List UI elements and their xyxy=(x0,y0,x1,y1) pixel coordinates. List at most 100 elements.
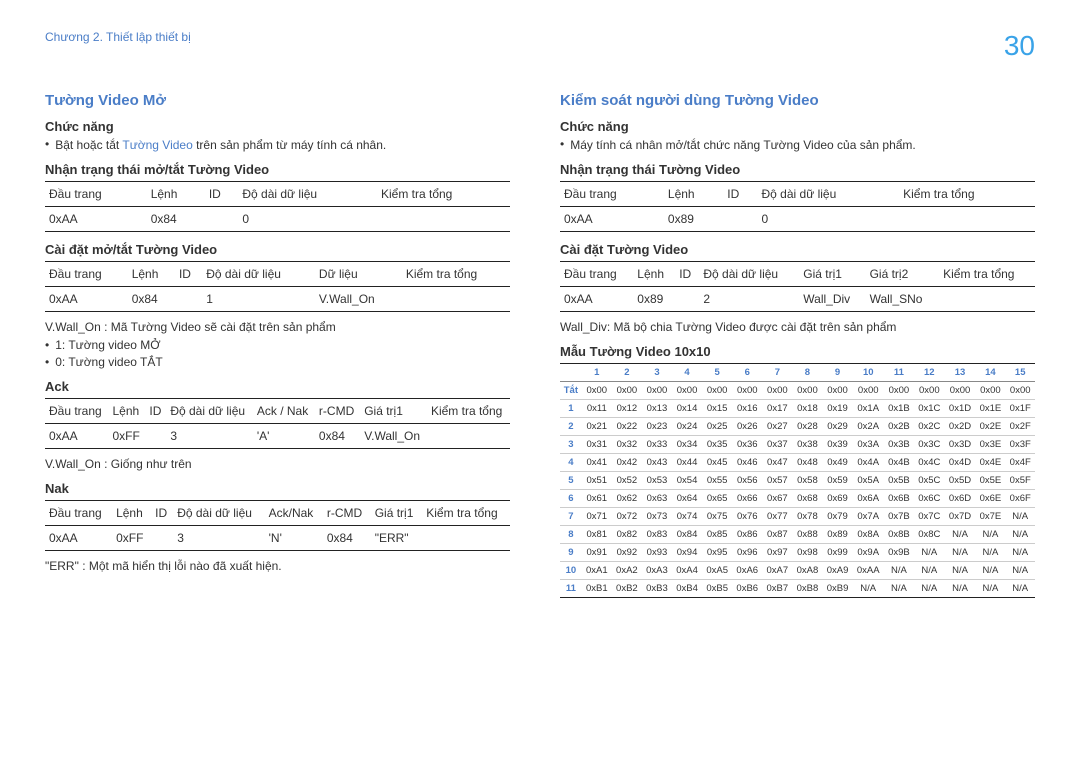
matrix-cell: 0x59 xyxy=(822,472,852,490)
matrix-col-header: 14 xyxy=(975,364,1005,382)
matrix-cell: 0x46 xyxy=(732,454,762,472)
matrix-cell: 0x7D xyxy=(945,508,976,526)
matrix-col-header xyxy=(560,364,582,382)
matrix-cell: 0x88 xyxy=(792,526,822,544)
matrix-row: 70x710x720x730x740x750x760x770x780x790x7… xyxy=(560,508,1035,526)
matrix-col-header: 13 xyxy=(945,364,976,382)
matrix-cell: 0x28 xyxy=(792,418,822,436)
matrix-cell: N/A xyxy=(914,544,945,562)
matrix-cell: 0xA3 xyxy=(642,562,672,580)
matrix-row: Tắt0x000x000x000x000x000x000x000x000x000… xyxy=(560,382,1035,400)
matrix-cell: 0x1B xyxy=(884,400,914,418)
matrix-cell: 0x99 xyxy=(822,544,852,562)
matrix-cell: 0x8C xyxy=(914,526,945,544)
matrix-col-header: 12 xyxy=(914,364,945,382)
matrix-cell: 0x1F xyxy=(1005,400,1035,418)
matrix-cell: 0x24 xyxy=(672,418,702,436)
matrix-cell: N/A xyxy=(975,526,1005,544)
matrix-cell: 0x5E xyxy=(975,472,1005,490)
matrix-col-header: 8 xyxy=(792,364,822,382)
matrix-cell: N/A xyxy=(1005,526,1035,544)
matrix-cell: 0x31 xyxy=(582,436,612,454)
matrix-cell: 0xB3 xyxy=(642,580,672,598)
matrix-cell: 9 xyxy=(560,544,582,562)
matrix-cell: 0x00 xyxy=(1005,382,1035,400)
subheading: Nhận trạng thái mở/tắt Tường Video xyxy=(45,162,510,177)
matrix-cell: 0x35 xyxy=(702,436,732,454)
matrix-col-header: 15 xyxy=(1005,364,1035,382)
matrix-cell: 0x61 xyxy=(582,490,612,508)
matrix-cell: 0x00 xyxy=(762,382,792,400)
matrix-cell: 0x00 xyxy=(853,382,884,400)
matrix-cell: 0x87 xyxy=(762,526,792,544)
matrix-row: 90x910x920x930x940x950x960x970x980x990x9… xyxy=(560,544,1035,562)
matrix-cell: N/A xyxy=(975,544,1005,562)
matrix-cell: N/A xyxy=(884,580,914,598)
matrix-cell: 0x26 xyxy=(732,418,762,436)
matrix-row: 80x810x820x830x840x850x860x870x880x890x8… xyxy=(560,526,1035,544)
matrix-cell: 0x89 xyxy=(822,526,852,544)
matrix-cell: 0x47 xyxy=(762,454,792,472)
matrix-cell: 0xB6 xyxy=(732,580,762,598)
matrix-cell: 0x13 xyxy=(642,400,672,418)
matrix-cell: 0x37 xyxy=(762,436,792,454)
matrix-cell: N/A xyxy=(884,562,914,580)
matrix-cell: 0x00 xyxy=(702,382,732,400)
matrix-cell: 0x55 xyxy=(702,472,732,490)
matrix-cell: 0x2A xyxy=(853,418,884,436)
matrix-cell: 0x54 xyxy=(672,472,702,490)
matrix-cell: 3 xyxy=(560,436,582,454)
matrix-cell: 0x12 xyxy=(612,400,642,418)
matrix-cell: 0x97 xyxy=(762,544,792,562)
matrix-cell: 11 xyxy=(560,580,582,598)
matrix-cell: 0x1D xyxy=(945,400,976,418)
matrix-cell: 0x73 xyxy=(642,508,672,526)
matrix-cell: N/A xyxy=(975,562,1005,580)
matrix-row: 50x510x520x530x540x550x560x570x580x590x5… xyxy=(560,472,1035,490)
matrix-cell: 0x39 xyxy=(822,436,852,454)
matrix-cell: 0x3E xyxy=(975,436,1005,454)
matrix-cell: 0xB8 xyxy=(792,580,822,598)
matrix-cell: 0x19 xyxy=(822,400,852,418)
matrix-cell: 0x6A xyxy=(853,490,884,508)
matrix-cell: 0x00 xyxy=(945,382,976,400)
matrix-cell: N/A xyxy=(945,526,976,544)
matrix-cell: 0x9B xyxy=(884,544,914,562)
matrix-cell: 0x68 xyxy=(792,490,822,508)
matrix-col-header: 4 xyxy=(672,364,702,382)
matrix-cell: 0x56 xyxy=(732,472,762,490)
matrix-cell: 0x4E xyxy=(975,454,1005,472)
matrix-cell: 0x84 xyxy=(672,526,702,544)
note-text: "ERR" : Một mã hiển thị lỗi nào đã xuất … xyxy=(45,559,510,573)
matrix-cell: 0x36 xyxy=(732,436,762,454)
matrix-cell: N/A xyxy=(853,580,884,598)
matrix-row: 100xA10xA20xA30xA40xA50xA60xA70xA80xA90x… xyxy=(560,562,1035,580)
matrix-cell: 0x94 xyxy=(672,544,702,562)
matrix-cell: 0x23 xyxy=(642,418,672,436)
matrix-cell: 0xA6 xyxy=(732,562,762,580)
matrix-col-header: 11 xyxy=(884,364,914,382)
matrix-cell: N/A xyxy=(1005,508,1035,526)
matrix-cell: 0x8B xyxy=(884,526,914,544)
table-ack: Đầu trangLệnhIDĐộ dài dữ liệuAck / Nakr-… xyxy=(45,398,510,449)
matrix-cell: 0x1E xyxy=(975,400,1005,418)
matrix-col-header: 5 xyxy=(702,364,732,382)
matrix-cell: Tắt xyxy=(560,382,582,400)
matrix-cell: 0x48 xyxy=(792,454,822,472)
matrix-cell: 0x5F xyxy=(1005,472,1035,490)
matrix-cell: 0x00 xyxy=(732,382,762,400)
matrix-cell: 0x95 xyxy=(702,544,732,562)
matrix-cell: 0x7C xyxy=(914,508,945,526)
matrix-cell: 0x11 xyxy=(582,400,612,418)
matrix-row: 20x210x220x230x240x250x260x270x280x290x2… xyxy=(560,418,1035,436)
matrix-cell: 0xA9 xyxy=(822,562,852,580)
matrix-cell: 0x51 xyxy=(582,472,612,490)
matrix-cell: 0x00 xyxy=(582,382,612,400)
table-get-status: Đầu trangLệnhIDĐộ dài dữ liệuKiểm tra tổ… xyxy=(45,181,510,232)
matrix-col-header: 1 xyxy=(582,364,612,382)
subheading: Cài đặt mở/tắt Tường Video xyxy=(45,242,510,257)
section-title-left: Tường Video Mở xyxy=(45,92,510,109)
note-text: Wall_Div: Mã bộ chia Tường Video được cà… xyxy=(560,320,1035,334)
matrix-cell: N/A xyxy=(1005,562,1035,580)
matrix-cell: 0x79 xyxy=(822,508,852,526)
